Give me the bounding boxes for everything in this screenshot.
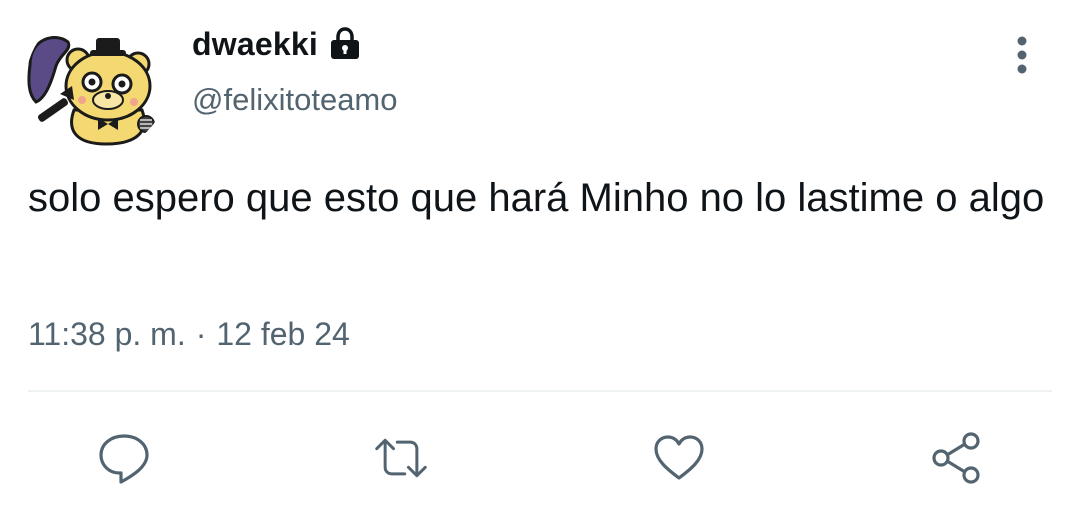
- more-vertical-icon: [1017, 36, 1027, 74]
- tweet-text: solo espero que esto que hará Minho no l…: [28, 176, 1045, 220]
- avatar[interactable]: [26, 10, 168, 152]
- like-icon: [654, 435, 704, 480]
- reply-button[interactable]: [96, 430, 152, 486]
- retweet-icon: [375, 438, 427, 478]
- cartoon-bear-avatar-icon: [27, 36, 155, 146]
- divider: [28, 390, 1052, 392]
- user-handle[interactable]: @felixitoteamo: [192, 82, 398, 118]
- author-name-row: dwaekki: [192, 22, 362, 66]
- tweet-meta: 11:38 p. m. · 12 feb 24: [28, 316, 350, 353]
- like-button[interactable]: [651, 430, 707, 486]
- meta-separator: ·: [195, 316, 207, 352]
- display-name[interactable]: dwaekki: [192, 26, 318, 63]
- share-icon: [932, 432, 980, 484]
- more-options-button[interactable]: [1002, 33, 1042, 77]
- share-button[interactable]: [928, 430, 984, 486]
- lock-icon: [328, 27, 362, 61]
- tweet-time[interactable]: 11:38 p. m.: [28, 316, 186, 353]
- tweet-card: dwaekki @felixitoteamo solo espero que e…: [0, 0, 1080, 525]
- reply-icon: [99, 434, 149, 484]
- retweet-button[interactable]: [373, 430, 429, 486]
- tweet-date[interactable]: 12 feb 24: [216, 316, 349, 353]
